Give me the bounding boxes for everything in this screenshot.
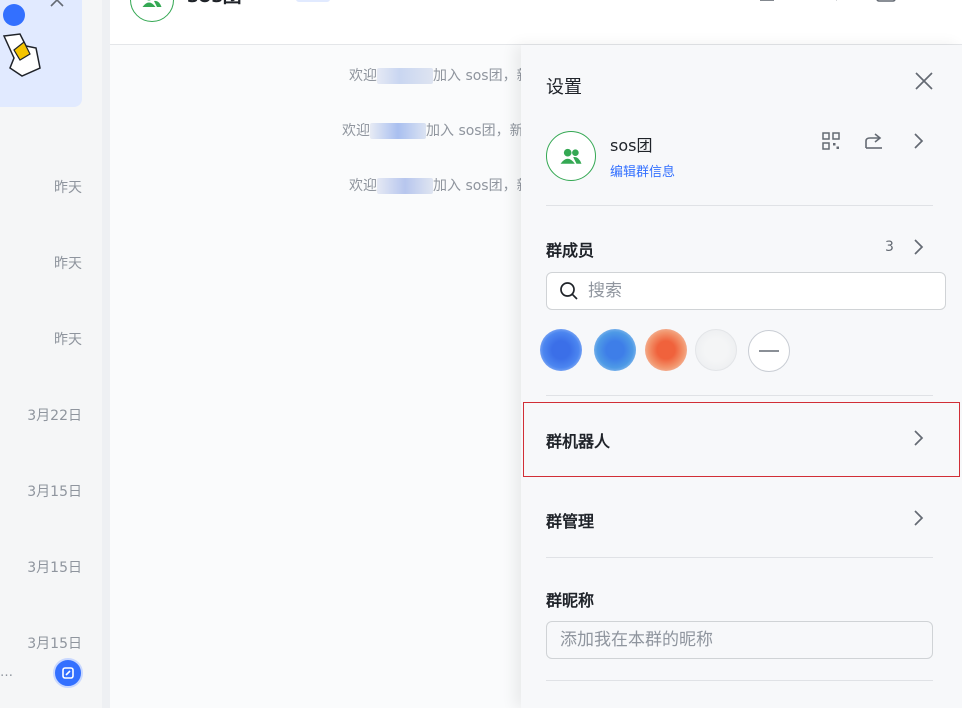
chat-list-panel: 昨天 昨天 昨天 3月22日 3月15日 3月15日 3月15日 … [0, 0, 102, 708]
promo-dot-icon [3, 4, 25, 26]
panel-divider [102, 0, 110, 708]
all-members-tag: 全员 [296, 0, 331, 2]
group-manage-title: 群管理 [546, 512, 595, 531]
qr-code-icon[interactable] [820, 130, 842, 152]
close-icon[interactable] [913, 70, 935, 92]
blurred-name [377, 68, 433, 84]
promo-banner[interactable] [0, 0, 82, 107]
blurred-name [377, 178, 433, 194]
chat-item-date: 3月15日 [27, 560, 82, 576]
chat-item-date: 3月22日 [27, 408, 82, 424]
chevron-right-icon[interactable] [907, 236, 929, 258]
edit-group-info-link[interactable]: 编辑群信息 [610, 161, 675, 180]
member-avatar[interactable] [695, 329, 737, 371]
calendar-icon[interactable] [875, 0, 897, 3]
members-count: 3 [885, 239, 894, 255]
group-name: sos团 [610, 136, 653, 155]
compose-button[interactable] [53, 658, 83, 688]
chat-item-date: 3月15日 [27, 636, 82, 652]
blurred-name [370, 123, 426, 139]
members-section-title: 群成员 [546, 241, 595, 260]
group-avatar[interactable] [130, 0, 174, 22]
nickname-section-title: 群昵称 [546, 591, 595, 610]
minus-icon [759, 350, 779, 352]
member-avatar[interactable] [540, 329, 582, 371]
member-avatar[interactable] [645, 329, 687, 371]
search-icon [560, 282, 578, 300]
remove-member-button[interactable] [748, 330, 790, 372]
chat-item-date: 3月15日 [27, 484, 82, 500]
system-message: 欢迎 加入 sos团，新 [349, 68, 531, 84]
video-call-icon[interactable] [795, 0, 817, 3]
chevron-right-icon[interactable] [907, 507, 929, 529]
chat-item-date: 昨天 [54, 180, 82, 196]
pointing-hand-icon [2, 33, 41, 77]
close-icon[interactable] [47, 0, 67, 10]
settings-panel: 设置 sos团 编辑群信息 群成员 3 搜索 群机器人 群管理 群昵称 添加我在… [521, 45, 962, 708]
share-icon[interactable] [863, 130, 885, 152]
chat-title[interactable]: sos团 [187, 0, 242, 8]
search-chat-icon[interactable] [756, 0, 778, 3]
divider [546, 395, 933, 396]
add-member-icon[interactable] [834, 0, 856, 3]
group-avatar[interactable] [546, 131, 596, 181]
member-search-box[interactable] [546, 272, 946, 310]
group-icon [142, 0, 162, 7]
highlight-box [523, 402, 960, 477]
chat-item-date: 昨天 [54, 256, 82, 272]
system-message: 欢迎 加入 sos团，新 [342, 123, 524, 139]
chat-preview-truncated: … [0, 665, 13, 680]
chat-header: sos团 3 全员 [110, 0, 962, 45]
edit-icon [62, 667, 74, 679]
divider [546, 557, 933, 558]
member-avatar[interactable] [594, 329, 636, 371]
nickname-input[interactable] [546, 621, 933, 659]
settings-title: 设置 [546, 77, 582, 98]
chevron-right-icon[interactable] [907, 130, 929, 152]
system-message: 欢迎 加入 sos团，新 [349, 178, 531, 194]
more-icon[interactable] [915, 0, 937, 3]
member-search-input[interactable] [588, 281, 928, 301]
divider [546, 680, 933, 681]
chat-item-date: 昨天 [54, 332, 82, 348]
divider [546, 205, 933, 206]
group-icon [560, 148, 582, 164]
